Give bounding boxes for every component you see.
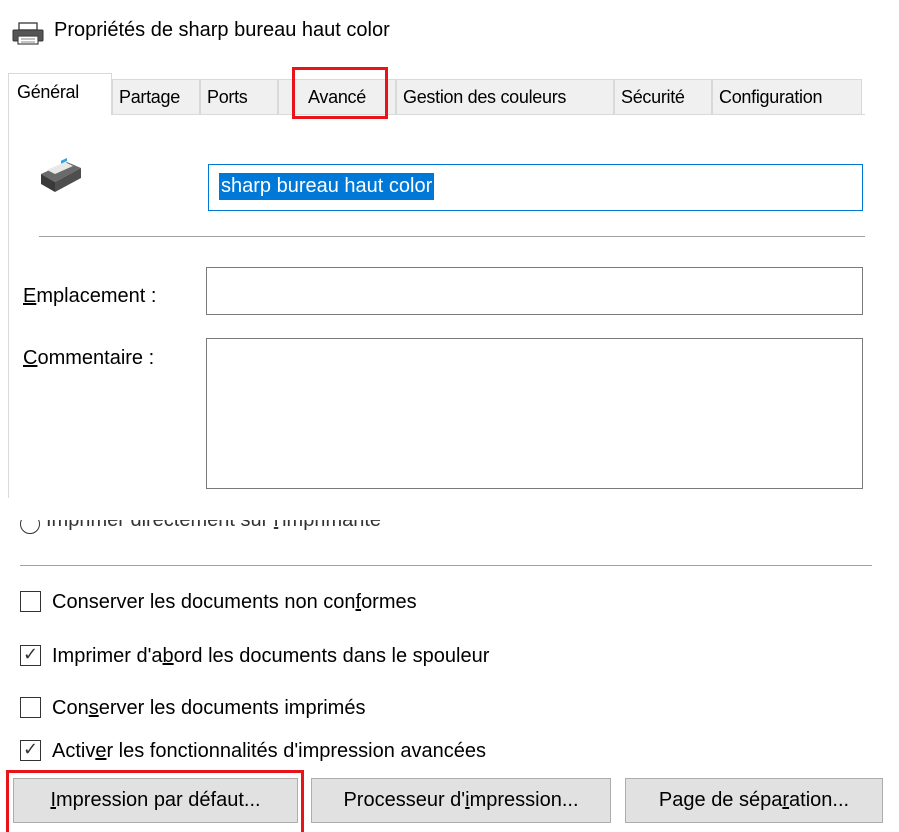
tab-advanced-highlight: [292, 67, 388, 119]
advanced-features-checkbox[interactable]: ✓: [20, 739, 41, 761]
keep-mismatched-checkbox[interactable]: [20, 591, 41, 612]
tab-general[interactable]: Général: [8, 73, 112, 115]
print-directly-label: Imprimer directement sur l'imprimante: [46, 520, 382, 531]
advanced-features-label: Activer les fonctionnalités d'impression…: [52, 740, 487, 762]
checkmark-icon: ✓: [23, 739, 39, 759]
printer-name-text: sharp bureau haut color: [219, 173, 435, 200]
window-title: Propriétés de sharp bureau haut color: [54, 19, 390, 41]
location-label: Emplacement :: [23, 285, 157, 307]
comment-input[interactable]: [206, 338, 863, 489]
printer-name-field[interactable]: sharp bureau haut color: [208, 164, 863, 211]
tab-color-management[interactable]: Gestion des couleurs: [396, 79, 614, 114]
radio-button-icon: [20, 520, 40, 534]
printer-icon: [12, 22, 44, 45]
printing-defaults-highlight: [6, 770, 304, 832]
keep-printed-label: Conserver les documents imprimés: [52, 697, 366, 719]
keep-mismatched-label: Conserver les documents non conformes: [52, 591, 417, 613]
tab-sharing[interactable]: Partage: [112, 79, 200, 114]
tab-security[interactable]: Sécurité: [614, 79, 712, 114]
print-processor-button[interactable]: Processeur d'impression...: [311, 778, 611, 823]
separator: [20, 565, 872, 566]
location-input[interactable]: [206, 267, 863, 315]
print-directly-radio[interactable]: Imprimer directement sur l'imprimante: [20, 520, 480, 546]
separator: [39, 236, 865, 237]
checkmark-icon: ✓: [23, 644, 39, 664]
tab-ports[interactable]: Ports: [200, 79, 278, 114]
comment-label: Commentaire :: [23, 347, 155, 369]
spool-first-label: Imprimer d'abord les documents dans le s…: [52, 645, 490, 667]
keep-printed-checkbox[interactable]: [20, 697, 41, 718]
printer-icon: [41, 158, 81, 192]
spool-first-checkbox[interactable]: ✓: [20, 644, 41, 666]
panel-border: [8, 114, 9, 498]
separator-page-button[interactable]: Page de séparation...: [625, 778, 883, 823]
tab-configuration[interactable]: Configuration: [712, 79, 862, 114]
title-bar: Propriétés de sharp bureau haut color: [0, 0, 899, 60]
